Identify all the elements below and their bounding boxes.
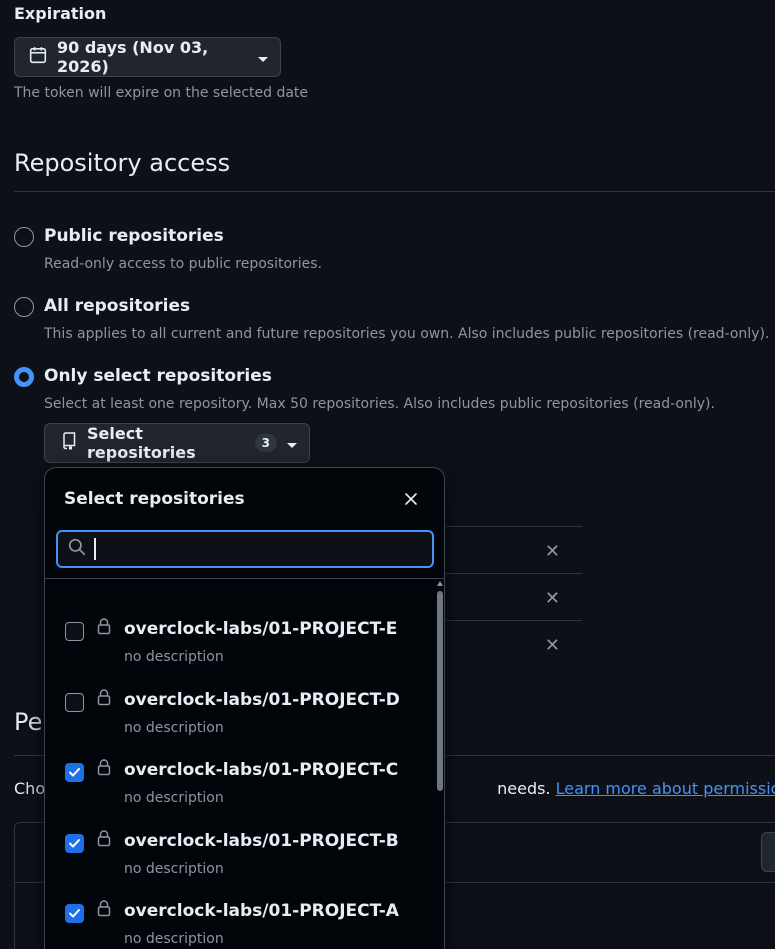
permissions-box-button[interactable] [761, 832, 775, 872]
calendar-icon [29, 46, 47, 68]
repo-name: overclock-labs/01-PROJECT-E [124, 619, 398, 639]
lock-icon [96, 899, 112, 921]
remove-icon[interactable]: ✕ [545, 635, 560, 656]
token-settings-page: Expiration 90 days (Nov 03, 2026) The to… [0, 0, 775, 949]
scroll-up-arrow-icon[interactable] [437, 581, 443, 586]
remove-icon[interactable]: ✕ [545, 588, 560, 609]
expiration-value: 90 days (Nov 03, 2026) [57, 38, 209, 76]
repo-checkbox[interactable] [65, 763, 84, 782]
repo-name: overclock-labs/01-PROJECT-D [124, 689, 400, 710]
repo-checkbox[interactable] [65, 622, 84, 641]
permissions-text-suffix: needs. [497, 779, 551, 798]
list-item[interactable]: overclock-labs/01-PROJECT-A no descripti… [45, 861, 435, 947]
option-desc-select: Select at least one repository. Max 50 r… [44, 396, 715, 412]
lock-icon [96, 617, 112, 639]
text-cursor [94, 538, 96, 560]
repo-checkbox[interactable] [65, 692, 84, 712]
radio-all-repositories[interactable] [14, 297, 34, 317]
option-title-all[interactable]: All repositories [44, 296, 190, 316]
scrollbar-thumb[interactable] [437, 591, 443, 791]
select-repositories-button[interactable]: Select repositories 3 [44, 423, 310, 463]
repository-access-heading: Repository access [14, 149, 231, 177]
learn-more-permissions-link[interactable]: Learn more about permissions. [556, 779, 775, 798]
repo-description: no description [124, 931, 224, 947]
divider [14, 191, 775, 192]
select-repositories-popover: Select repositories overclock-labs/01-PR… [44, 467, 445, 949]
caret-down-icon [287, 434, 297, 453]
lock-icon [96, 688, 112, 710]
lock-icon [96, 758, 112, 780]
option-title-public[interactable]: Public repositories [44, 226, 224, 246]
repo-name: overclock-labs/01-PROJECT-B [124, 830, 399, 851]
radio-only-select-repositories[interactable] [14, 367, 34, 387]
repository-list: overclock-labs/01-PROJECT-E no descripti… [45, 579, 435, 947]
select-repositories-label: Select repositories [87, 424, 196, 462]
repo-checkbox[interactable] [65, 904, 84, 923]
expiration-dropdown[interactable]: 90 days (Nov 03, 2026) [14, 37, 281, 77]
remove-icon[interactable]: ✕ [545, 541, 560, 562]
list-item[interactable]: overclock-labs/01-PROJECT-E no descripti… [45, 579, 435, 665]
option-title-select[interactable]: Only select repositories [44, 366, 272, 386]
list-item[interactable]: overclock-labs/01-PROJECT-C no descripti… [45, 720, 435, 806]
selected-count-badge: 3 [254, 434, 277, 452]
expiration-label: Expiration [14, 4, 107, 23]
scrollbar[interactable] [435, 579, 444, 949]
radio-public-repositories[interactable] [14, 227, 34, 247]
repo-checkbox[interactable] [65, 833, 84, 853]
repo-icon [61, 432, 77, 454]
repository-search-input[interactable] [103, 540, 424, 558]
option-desc-all: This applies to all current and future r… [44, 326, 770, 342]
repo-name: overclock-labs/01-PROJECT-C [124, 760, 399, 780]
caret-down-icon [258, 48, 268, 67]
option-desc-public: Read-only access to public repositories. [44, 256, 323, 272]
lock-icon [96, 829, 112, 851]
popover-title: Select repositories [64, 489, 245, 509]
expiration-hint: The token will expire on the selected da… [14, 85, 309, 101]
search-icon [68, 538, 86, 560]
repository-search-field[interactable] [56, 530, 434, 568]
repo-name: overclock-labs/01-PROJECT-A [124, 901, 399, 921]
close-icon[interactable] [404, 487, 418, 511]
permissions-heading: Pe [14, 708, 43, 736]
permissions-text-prefix: Cho [14, 779, 46, 798]
list-item[interactable]: overclock-labs/01-PROJECT-D no descripti… [45, 650, 435, 736]
list-item[interactable]: overclock-labs/01-PROJECT-B no descripti… [45, 791, 435, 877]
